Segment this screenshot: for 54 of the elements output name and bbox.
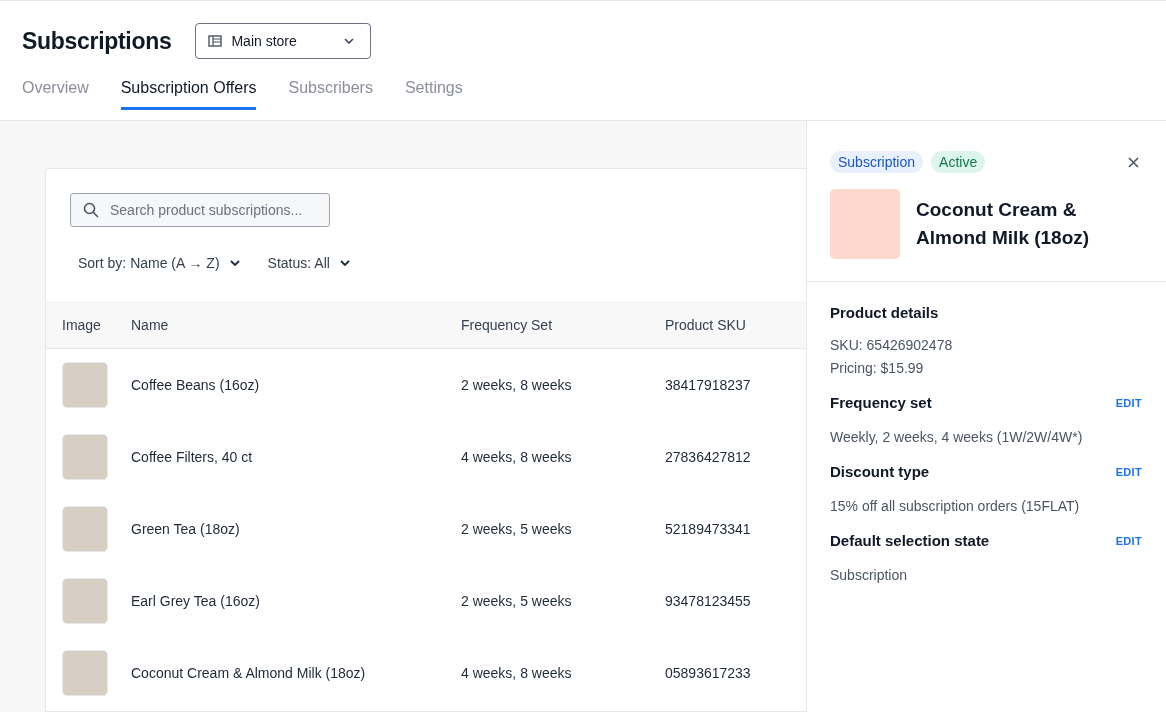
search-field[interactable]: Search product subscriptions... <box>70 193 330 227</box>
column-header: Frequency Set <box>461 316 554 333</box>
detail-text: SKU: 65426902478 <box>830 337 954 353</box>
table-cell-text: Coconut Cream & Almond Milk (18oz) <box>131 665 367 681</box>
tab[interactable]: Overview <box>22 71 89 110</box>
tab[interactable]: Subscribers <box>288 71 373 110</box>
table-cell-text: Coffee Beans (16oz) <box>131 377 261 393</box>
photo-placeholder <box>62 434 108 480</box>
photo-placeholder <box>830 189 900 259</box>
table-cell: 52189473341 <box>665 521 751 537</box>
table-cell-text: 2 weeks, 5 weeks <box>461 521 573 537</box>
filter-dropdown[interactable]: Sort by: Name (A → Z) <box>78 255 240 271</box>
table-cell-text: Earl Grey Tea (16oz) <box>131 593 261 609</box>
filter-dropdown[interactable]: Status: All <box>267 255 350 271</box>
chevron-down-icon <box>344 38 355 44</box>
chevron-down-icon <box>229 260 240 266</box>
close-icon[interactable] <box>1128 156 1139 168</box>
column-header: Image <box>61 316 102 333</box>
table-cell: 38417918237 <box>665 377 751 393</box>
detail-text: Subscription <box>830 567 909 583</box>
tab[interactable]: Subscription Offers <box>120 71 257 110</box>
badge: Active <box>931 151 986 173</box>
store-dropdown[interactable]: Main store <box>195 23 372 59</box>
table-cell: 05893617233 <box>665 665 751 681</box>
table-cell-text: 2 weeks, 5 weeks <box>461 593 573 609</box>
photo-placeholder <box>62 650 108 696</box>
column-header: Name <box>131 316 170 333</box>
edit-link[interactable]: EDIT <box>1115 465 1142 478</box>
table-cell-text: 4 weeks, 8 weeks <box>461 665 573 681</box>
photo-placeholder <box>62 362 108 408</box>
table-cell-text: Coffee Filters, 40 ct <box>131 449 254 465</box>
table-cell: 27836427812 <box>665 449 751 465</box>
section-title: Discount type <box>830 463 930 480</box>
edit-link[interactable]: EDIT <box>1115 396 1142 409</box>
store-icon <box>208 35 223 47</box>
table-cell-text: Green Tea (18oz) <box>131 521 241 537</box>
product-title: Coconut Cream & Almond Milk (18oz) <box>916 198 1091 250</box>
detail-text: Pricing: $15.99 <box>830 360 925 376</box>
photo-placeholder <box>62 578 108 624</box>
chevron-down-icon <box>339 260 350 266</box>
table-cell-text: 4 weeks, 8 weeks <box>461 449 573 465</box>
photo-placeholder <box>62 506 108 552</box>
table-cell-text: 2 weeks, 8 weeks <box>461 377 573 393</box>
column-header: Product SKU <box>665 316 746 333</box>
detail-text: 15% off all subscription orders (15FLAT) <box>830 498 1081 514</box>
section-title: Default selection state <box>830 532 990 549</box>
edit-link[interactable]: EDIT <box>1115 534 1142 547</box>
badge: Subscription <box>830 151 924 173</box>
section-title: Frequency set <box>830 394 932 411</box>
detail-text: Weekly, 2 weeks, 4 weeks (1W/2W/4W*) <box>830 429 1084 445</box>
page-title: Subscriptions <box>22 27 172 55</box>
tab[interactable]: Settings <box>404 71 463 110</box>
table-cell: 93478123455 <box>665 593 751 609</box>
section-title: Product details <box>830 304 939 321</box>
